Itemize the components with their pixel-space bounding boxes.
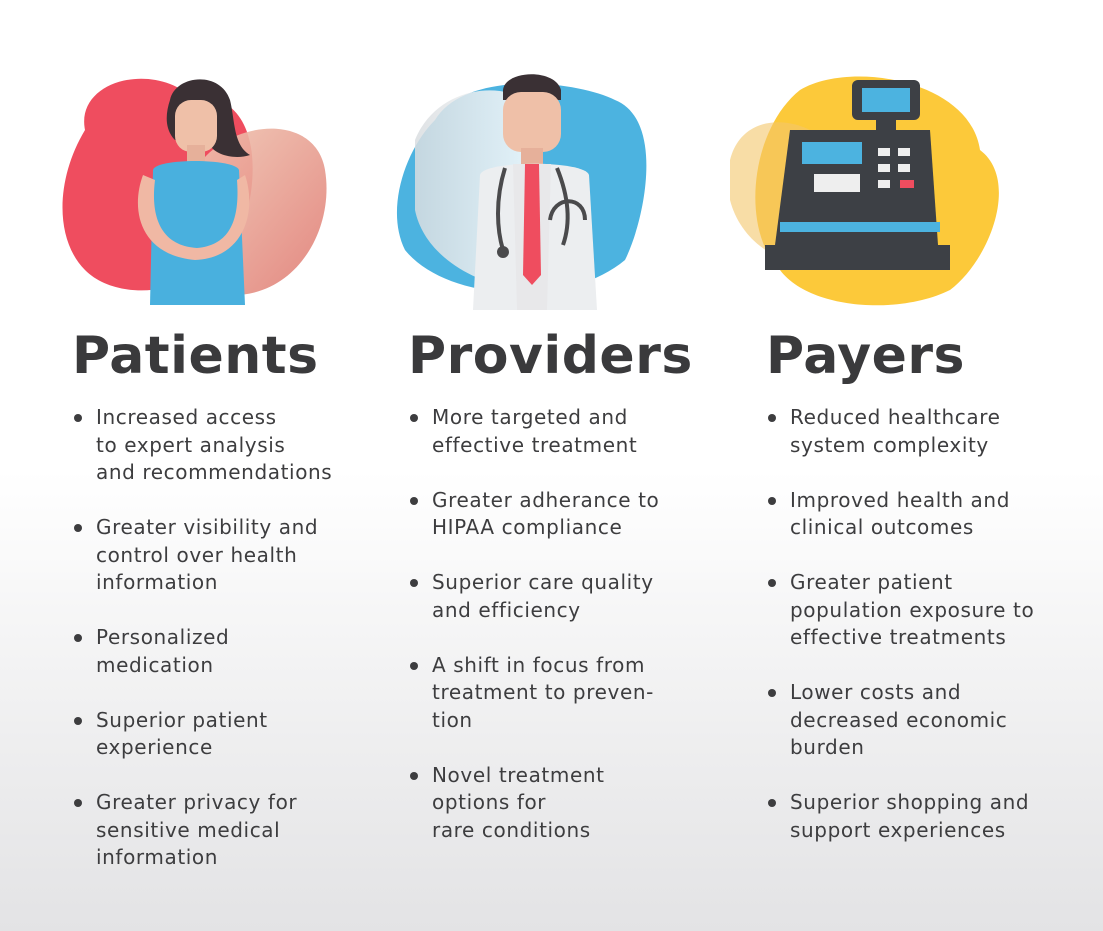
list-item: Greater patient population exposure to e… — [766, 569, 1034, 652]
bullet-icon — [74, 634, 82, 642]
bullet-icon — [410, 661, 418, 670]
bullet-icon — [74, 799, 82, 807]
list-item: Improved health and clinical outcomes — [766, 487, 1034, 542]
list-item: Superior care quality and efficiency — [408, 569, 693, 624]
bullet-icon — [74, 716, 82, 725]
list-item: Greater visibility and control over heal… — [72, 514, 332, 597]
bullet-icon — [410, 579, 418, 587]
bullet-icon — [768, 579, 776, 587]
column-payers: Payers Reduced healthcare system complex… — [766, 320, 1034, 872]
column-title-providers: Providers — [408, 326, 693, 386]
list-item: Novel treatment options for rare conditi… — [432, 762, 605, 842]
bullet-icon — [74, 414, 82, 422]
patient-woman-icon — [45, 60, 345, 310]
bullet-icon — [768, 689, 776, 697]
cash-register-icon — [720, 60, 1020, 310]
column-title-payers: Payers — [766, 326, 965, 386]
list-item: A shift in focus from treatment to preve… — [408, 652, 693, 735]
bullet-icon — [768, 799, 776, 807]
bullet-icon — [74, 524, 82, 532]
list-item: Superior shopping and support experience… — [766, 789, 1034, 844]
benefit-list-providers: More targeted and effective treatment Gr… — [408, 404, 693, 844]
list-item: Reduced healthcare system complexity — [766, 404, 1034, 459]
list-item: Lower costs and decreased economic burde… — [766, 679, 1034, 762]
list-item: Superior patient experience — [72, 707, 332, 762]
doctor-icon — [385, 60, 685, 310]
bullet-icon — [410, 414, 418, 422]
list-item: Increased access to expert analysis and … — [72, 404, 332, 487]
list-item: Greater privacy for sensitive medical in… — [72, 789, 332, 872]
column-providers: Providers More targeted and effective tr… — [408, 320, 693, 872]
column-title-patients: Patients — [72, 326, 319, 386]
column-patients: Patients Increased access to expert anal… — [72, 320, 332, 899]
list-item: Greater adherance to HIPAA compliance — [408, 487, 693, 542]
bullet-icon — [410, 496, 418, 505]
bullet-icon — [768, 414, 776, 422]
list-item: More targeted and effective treatment — [408, 404, 693, 459]
list-item: Personalized medication — [72, 624, 332, 679]
benefit-list-payers: Reduced healthcare system complexity Imp… — [766, 404, 1034, 844]
benefit-list-patients: Increased access to expert analysis and … — [72, 404, 332, 872]
bullet-icon — [768, 496, 776, 505]
